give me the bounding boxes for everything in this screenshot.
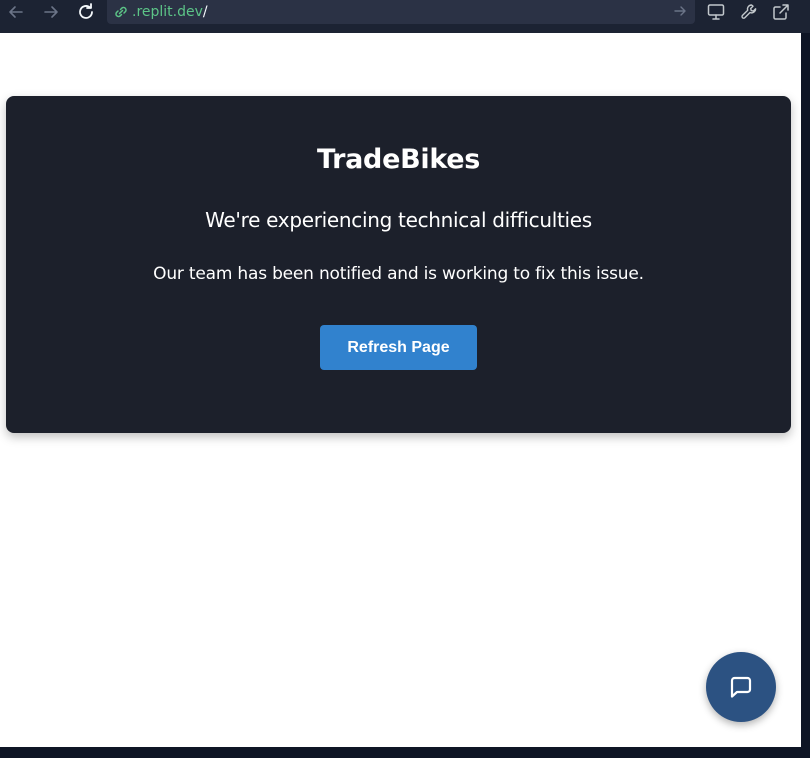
address-bar[interactable]: .replit.dev/	[107, 0, 695, 24]
url-path: /	[202, 4, 208, 20]
app-title: TradeBikes	[316, 144, 481, 175]
external-link-icon	[773, 4, 789, 20]
reload-button[interactable]	[74, 0, 98, 24]
url-text: .replit.dev/	[132, 4, 208, 20]
back-button[interactable]	[4, 0, 28, 24]
error-message: Our team has been notified and is workin…	[153, 264, 644, 284]
link-icon	[115, 6, 127, 18]
forward-button[interactable]	[39, 0, 63, 24]
wrench-icon	[741, 4, 757, 19]
url-host: .replit.dev	[132, 4, 203, 20]
devtools-button[interactable]	[737, 0, 761, 24]
refresh-page-button[interactable]: Refresh Page	[320, 325, 477, 370]
chat-button[interactable]	[706, 652, 776, 722]
arrow-right-icon	[44, 6, 58, 18]
page-viewport: TradeBikes We're experiencing technical …	[0, 33, 801, 747]
error-heading: We're experiencing technical difficultie…	[205, 208, 592, 232]
arrow-left-icon	[9, 6, 23, 18]
monitor-icon	[707, 4, 725, 20]
error-card: TradeBikes We're experiencing technical …	[6, 96, 791, 433]
chat-bubble-icon	[730, 676, 752, 698]
open-new-tab-button[interactable]	[769, 0, 793, 24]
reload-icon	[79, 3, 93, 19]
browser-toolbar: .replit.dev/	[0, 0, 810, 33]
window-bottom-edge	[0, 747, 810, 758]
window-right-edge	[801, 33, 810, 758]
devices-button[interactable]	[704, 0, 728, 24]
go-arrow-icon[interactable]	[673, 4, 687, 18]
